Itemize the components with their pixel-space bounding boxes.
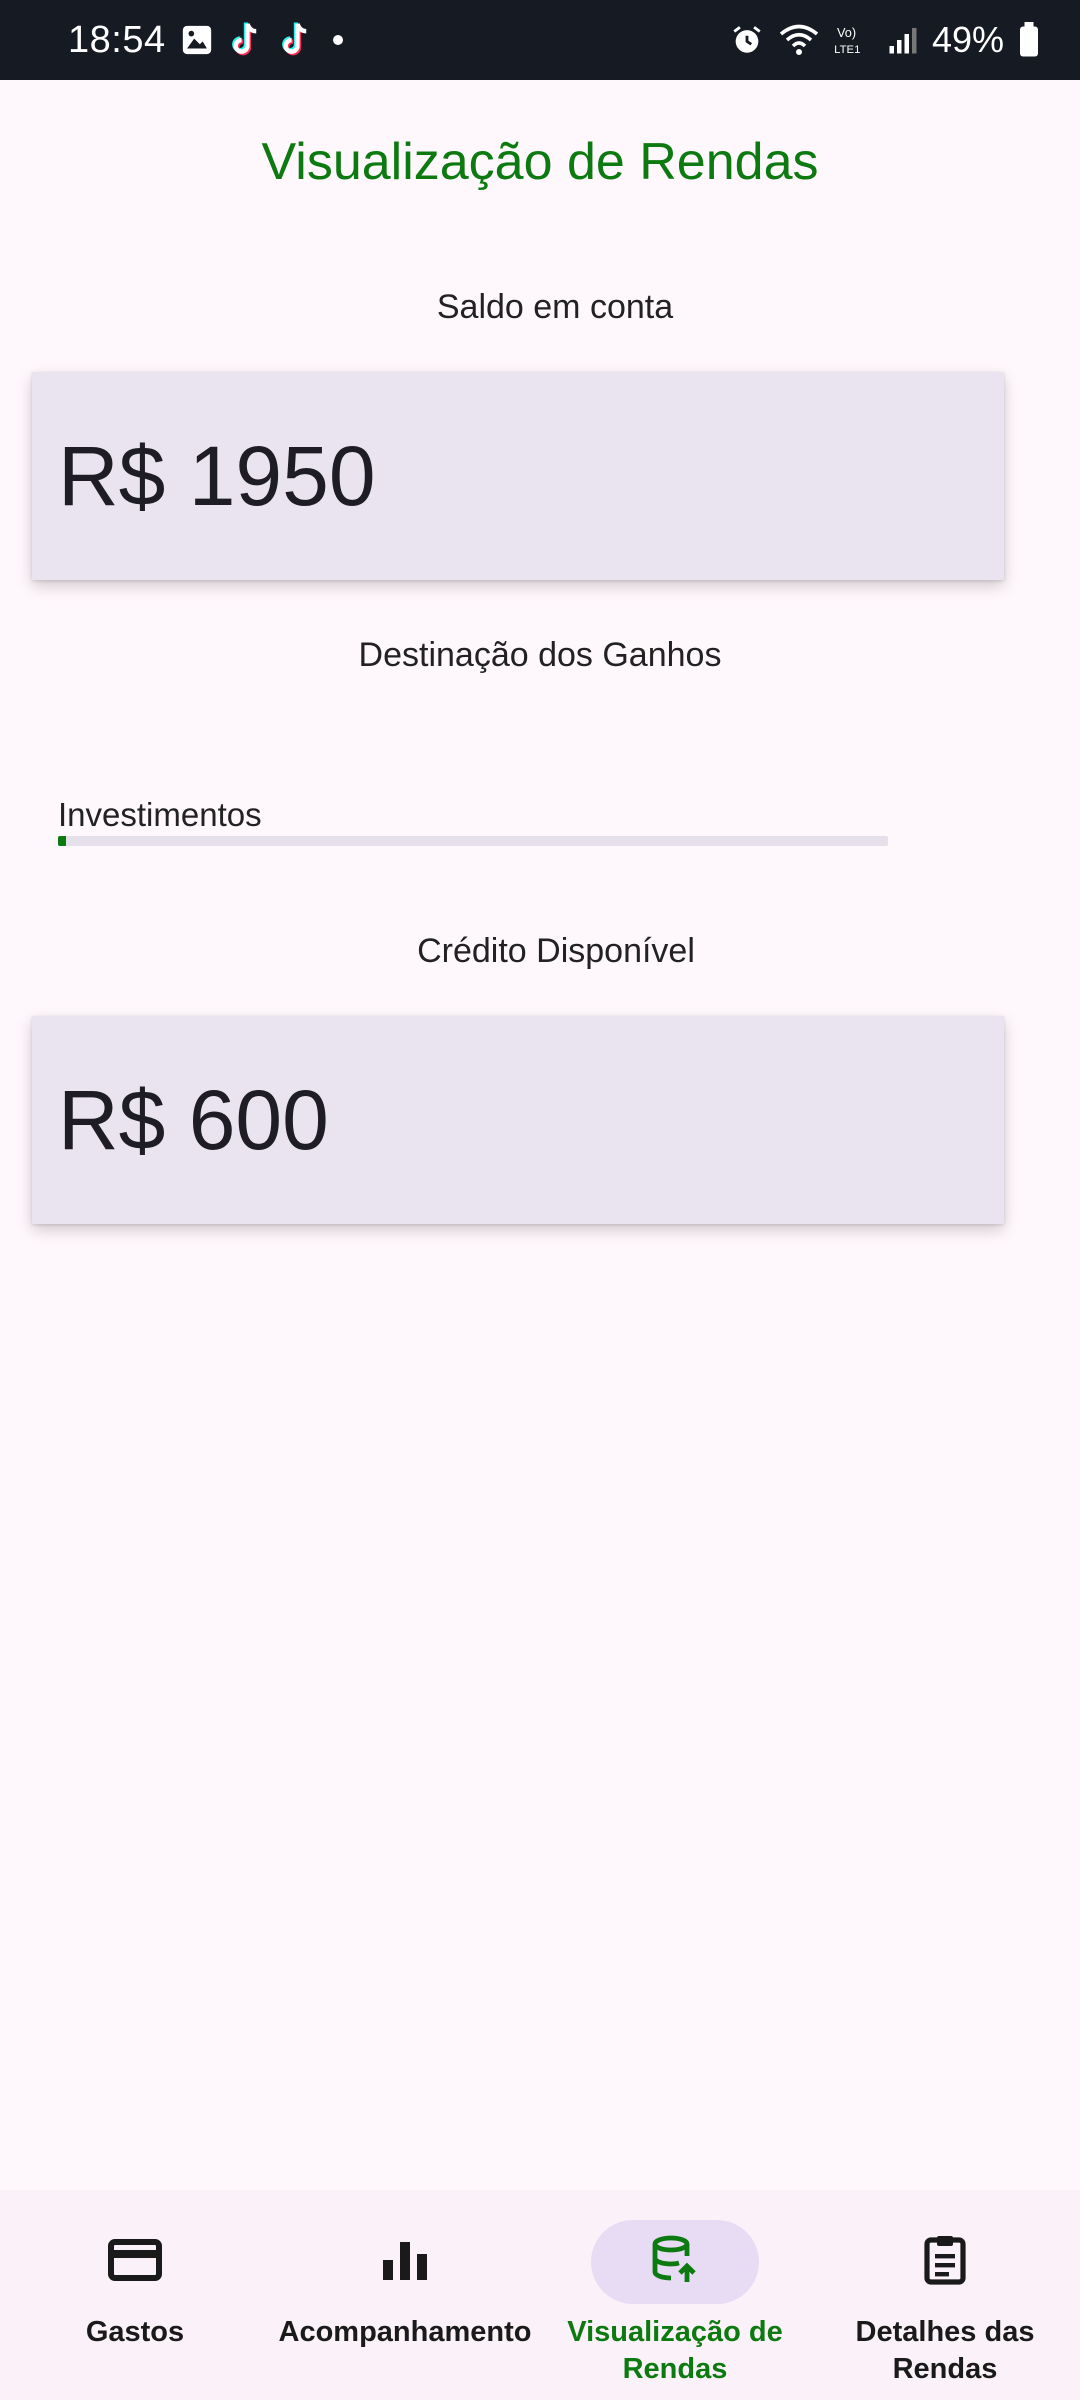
- signal-icon: [888, 25, 918, 55]
- status-bar: 18:54 Vo) LTE1 49%: [0, 0, 1080, 80]
- earnings-label: Destinação dos Ganhos: [358, 636, 722, 674]
- balance-label: Saldo em conta: [436, 288, 674, 326]
- bottom-navigation: Gastos Acompanhamento Visualização de Re…: [0, 2190, 1080, 2400]
- balance-card: R$ 1950: [32, 372, 1004, 580]
- database-upload-icon: [649, 2234, 701, 2291]
- svg-text:Vo): Vo): [837, 25, 856, 40]
- nav-pill-active: [591, 2220, 759, 2304]
- nav-pill: [861, 2220, 1029, 2304]
- nav-item-acompanhamento[interactable]: Acompanhamento: [270, 2190, 540, 2400]
- credit-label: Crédito Disponível: [417, 932, 695, 970]
- nav-item-visualizacao-rendas[interactable]: Visualização de Rendas: [540, 2190, 810, 2400]
- investments-progress-bar: [58, 836, 888, 846]
- bar-chart-icon: [379, 2236, 431, 2289]
- investments-label: Investimentos: [58, 796, 262, 833]
- wifi-icon: [778, 23, 820, 57]
- dot-icon: [328, 30, 348, 50]
- gallery-icon: [180, 23, 214, 57]
- nav-label-gastos: Gastos: [85, 2316, 185, 2348]
- balance-value: R$ 1950: [58, 428, 376, 523]
- credit-card-icon: [107, 2236, 163, 2289]
- nav-pill: [321, 2220, 489, 2304]
- nav-label-acompanhamento: Acompanhamento: [278, 2316, 532, 2348]
- nav-label-visualizacao-rendas: Visualização de Rendas: [567, 2316, 783, 2385]
- status-left: 18:54: [68, 19, 348, 62]
- app-content: Visualização de Rendas Saldo em conta R$…: [0, 80, 1080, 2190]
- volte-icon: Vo) LTE1: [834, 23, 874, 57]
- tiktok-icon: [228, 21, 264, 59]
- svg-text:LTE1: LTE1: [834, 44, 860, 56]
- clipboard-icon: [921, 2234, 969, 2291]
- tiktok-icon: [278, 21, 314, 59]
- credit-value: R$ 600: [58, 1072, 329, 1167]
- status-time: 18:54: [68, 18, 166, 61]
- nav-pill: [51, 2220, 219, 2304]
- status-right: Vo) LTE1 49%: [730, 19, 1040, 61]
- alarm-icon: [730, 23, 764, 57]
- credit-card: R$ 600: [32, 1016, 1004, 1224]
- battery-percent: 49%: [931, 19, 1004, 60]
- investments-progress-fill: [58, 836, 67, 846]
- nav-label-detalhes-rendas: Detalhes das Rendas: [855, 2316, 1035, 2385]
- nav-item-gastos[interactable]: Gastos: [0, 2190, 270, 2400]
- page-title: Visualização de Rendas: [261, 133, 819, 191]
- battery-icon: [1018, 22, 1040, 58]
- nav-item-detalhes-rendas[interactable]: Detalhes das Rendas: [810, 2190, 1080, 2400]
